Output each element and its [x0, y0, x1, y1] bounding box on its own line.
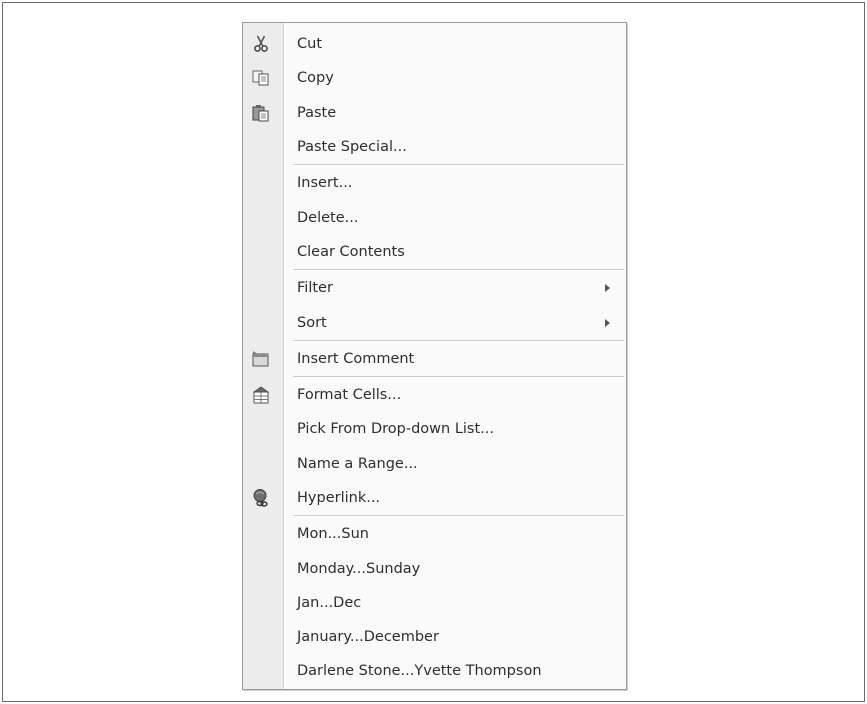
menu-item-label: Mon...Sun — [297, 526, 369, 543]
menu-item-paste[interactable]: Paste — [243, 96, 626, 130]
submenu-arrow-icon — [605, 284, 610, 293]
menu-item-label: Hyperlink... — [297, 490, 381, 506]
menu-item-label: Insert Comment — [297, 350, 415, 367]
menu-item-label: Delete... — [297, 209, 359, 226]
menu-item-hyperlink[interactable]: Hyperlink... — [243, 481, 626, 515]
menu-item-custom-list[interactable]: Darlene Stone...Yvette Thompson — [243, 654, 626, 688]
menu-item-label: Cut — [297, 36, 322, 53]
context-menu: Cut Copy Paste Paste Special... Insert..… — [242, 22, 627, 690]
menu-item-insert-comment[interactable]: Insert Comment — [243, 342, 626, 376]
menu-item-pick-from-list[interactable]: Pick From Drop-down List... — [243, 412, 626, 446]
menu-item-format-cells[interactable]: Format Cells... — [243, 378, 626, 412]
menu-item-delete[interactable]: Delete... — [243, 200, 626, 234]
menu-item-label: Insert... — [297, 175, 353, 192]
comment-icon — [252, 350, 269, 367]
menu-item-label: Name a Range... — [297, 455, 418, 472]
menu-item-name-range[interactable]: Name a Range... — [243, 447, 626, 481]
menu-item-january-december[interactable]: January...December — [243, 620, 626, 654]
hyperlink-icon — [253, 489, 268, 507]
menu-item-label: Paste — [297, 104, 337, 121]
menu-item-mon-sun[interactable]: Mon...Sun — [243, 517, 626, 551]
menu-item-filter[interactable]: Filter — [243, 271, 626, 305]
submenu-arrow-icon — [605, 318, 610, 327]
paste-icon — [252, 104, 269, 122]
format-cells-icon — [252, 386, 270, 404]
menu-item-label: January...December — [297, 629, 439, 646]
menu-item-clear-contents[interactable]: Clear Contents — [243, 235, 626, 269]
menu-item-label: Paste Special... — [297, 139, 407, 156]
menu-item-label: Copy — [297, 70, 334, 87]
menu-item-label: Jan...Dec — [297, 594, 362, 611]
menu-item-copy[interactable]: Copy — [243, 61, 626, 95]
menu-item-label: Monday...Sunday — [297, 560, 421, 577]
menu-item-sort[interactable]: Sort — [243, 305, 626, 339]
menu-item-insert[interactable]: Insert... — [243, 166, 626, 200]
scissors-icon — [254, 35, 268, 52]
menu-item-label: Filter — [297, 280, 333, 297]
menu-item-cut[interactable]: Cut — [243, 27, 626, 61]
menu-item-label: Format Cells... — [297, 387, 402, 404]
menu-item-label: Sort — [297, 314, 327, 331]
menu-item-label: Darlene Stone...Yvette Thompson — [297, 663, 542, 680]
menu-items: Cut Copy Paste Paste Special... Insert..… — [243, 27, 626, 689]
menu-item-paste-special[interactable]: Paste Special... — [243, 130, 626, 164]
menu-item-label: Clear Contents — [297, 243, 405, 260]
menu-item-monday-sunday[interactable]: Monday...Sunday — [243, 551, 626, 585]
menu-item-jan-dec[interactable]: Jan...Dec — [243, 586, 626, 620]
copy-icon — [252, 70, 269, 86]
menu-item-label: Pick From Drop-down List... — [297, 421, 494, 438]
